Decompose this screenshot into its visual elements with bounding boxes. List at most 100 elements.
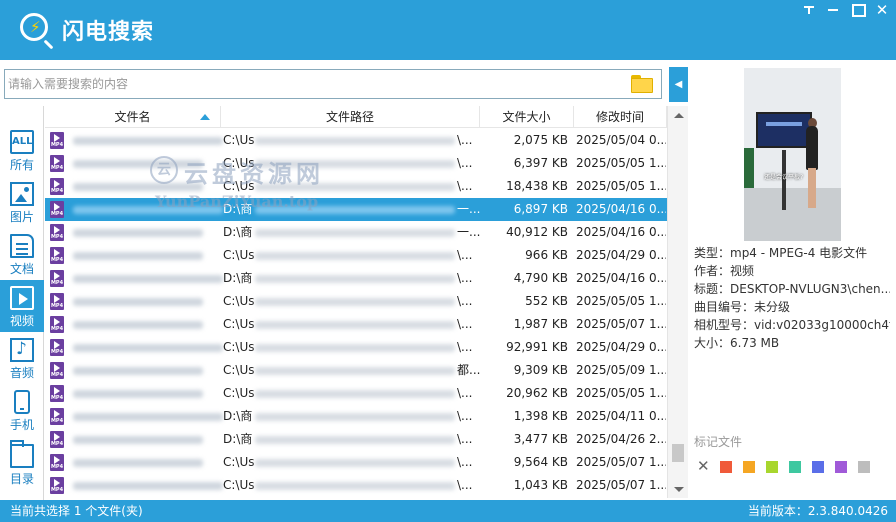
file-size: 92,991 KB: [506, 340, 568, 354]
folder-icon: [10, 440, 34, 468]
detail-line: 曲目编号：未分级: [694, 300, 791, 314]
search-input[interactable]: [8, 73, 622, 95]
close-button[interactable]: ✕: [873, 2, 891, 18]
file-path-end: \...: [457, 340, 473, 354]
sidebar-item-all[interactable]: ALL 所有: [0, 124, 44, 176]
table-row[interactable]: D:\商一...6,897 KB2025/04/16 0...: [45, 198, 667, 221]
sidebar-item-phone[interactable]: 手机: [0, 384, 44, 436]
sidebar-item-label: 音频: [9, 366, 34, 380]
tag-color-swatch[interactable]: [858, 461, 870, 473]
modified-time: 2025/05/07 1...: [576, 455, 666, 469]
table-row[interactable]: C:\Us\...6,397 KB2025/05/05 1...: [45, 152, 667, 175]
table-row[interactable]: C:\Us \... 552 KB 2025/05/05 1...: [45, 290, 667, 313]
file-size: 3,477 KB: [513, 432, 568, 446]
file-size: 2,075 KB: [513, 133, 568, 147]
sidebar-item-label: 文档: [9, 262, 34, 276]
file-path-end: \...: [457, 294, 473, 308]
file-name-redacted: [73, 275, 223, 283]
tag-color-swatch[interactable]: [812, 461, 824, 473]
table-row[interactable]: C:\Us \... 2,075 KB 2025/05/04 0...: [45, 129, 667, 152]
tag-color-swatch[interactable]: [720, 461, 732, 473]
modified-time: 2025/04/26 2...: [576, 432, 666, 446]
file-name-redacted: [73, 367, 203, 375]
minimize-button[interactable]: [824, 2, 842, 18]
file-name-redacted: [73, 413, 223, 421]
mp4-file-icon: [50, 385, 64, 402]
clear-tag-icon[interactable]: ✕: [697, 457, 710, 475]
collapse-panel-button[interactable]: ◀: [669, 67, 688, 102]
mp4-file-icon: [50, 201, 64, 218]
column-header-name[interactable]: 文件名: [45, 106, 221, 128]
app-title: 闪电搜索: [62, 20, 155, 45]
table-row[interactable]: C:\Us \... 9,564 KB 2025/05/07 1...: [45, 451, 667, 474]
file-size: 20,962 KB: [506, 386, 568, 400]
scroll-up-icon[interactable]: [674, 113, 684, 118]
sidebar-item-video[interactable]: 视频: [0, 280, 44, 332]
file-size: 9,309 KB: [513, 363, 568, 377]
table-row[interactable]: D:\商 \... 3,477 KB 2025/04/26 2...: [45, 428, 667, 451]
modified-time: 2025/05/05 1...: [576, 386, 666, 400]
sidebar-item-folder[interactable]: 目录: [0, 438, 44, 490]
browse-folder-icon[interactable]: [631, 75, 653, 93]
file-name-redacted: [73, 298, 203, 306]
column-header-size[interactable]: 文件大小: [480, 106, 574, 128]
scroll-thumb[interactable]: [672, 444, 684, 462]
modified-time: 2025/04/16 0...: [576, 202, 666, 216]
download-icon[interactable]: [800, 2, 818, 18]
app-logo-icon: ⚡: [20, 13, 48, 41]
sidebar-item-label: 视频: [9, 314, 34, 328]
table-row[interactable]: D:\商 \... 1,398 KB 2025/04/11 0...: [45, 405, 667, 428]
column-header-modified[interactable]: 修改时间: [574, 106, 667, 128]
sort-ascending-icon: [200, 114, 210, 120]
table-row[interactable]: C:\Us \... 20,962 KB 2025/05/05 1...: [45, 382, 667, 405]
column-header-path[interactable]: 文件路径: [221, 106, 480, 128]
scroll-down-icon[interactable]: [674, 487, 684, 492]
sidebar-item-image[interactable]: 图片: [0, 176, 44, 228]
sidebar-item-label: 图片: [9, 210, 34, 224]
detail-line: 类型：mp4 - MPEG-4 电影文件: [694, 246, 868, 260]
file-name-redacted: [73, 344, 223, 352]
detail-line: 作者：视频: [694, 264, 755, 278]
table-row[interactable]: C:\Us 都... 9,309 KB 2025/05/09 1...: [45, 359, 667, 382]
file-path-redacted: [255, 367, 455, 375]
file-size: 552 KB: [525, 294, 568, 308]
file-size: 4,790 KB: [513, 271, 568, 285]
table-row[interactable]: D:\商 一... 40,912 KB 2025/04/16 0...: [45, 221, 667, 244]
table-row[interactable]: C:\Us \... 966 KB 2025/04/29 0...: [45, 244, 667, 267]
file-path-redacted: [255, 321, 455, 329]
modified-time: 2025/05/04 0...: [576, 133, 666, 147]
maximize-button[interactable]: [849, 2, 867, 18]
sidebar-item-document[interactable]: 文档: [0, 228, 44, 280]
file-path-end: \...: [457, 317, 473, 331]
table-row[interactable]: D:\商 \... 4,790 KB 2025/04/16 0...: [45, 267, 667, 290]
file-size: 966 KB: [525, 248, 568, 262]
tag-color-swatch[interactable]: [789, 461, 801, 473]
vertical-scrollbar[interactable]: [667, 106, 688, 498]
file-path-redacted: [255, 137, 455, 145]
tag-color-swatch[interactable]: [743, 461, 755, 473]
table-row[interactable]: C:\Us\...18,438 KB2025/05/05 1...: [45, 175, 667, 198]
table-row[interactable]: C:\Us \... 92,991 KB 2025/04/29 0...: [45, 336, 667, 359]
file-path-redacted: [255, 252, 455, 260]
category-sidebar: ALL 所有 图片 文档 视频 音频 手机 目录: [0, 106, 44, 500]
mp4-file-icon: [50, 270, 64, 287]
file-path: D:\商: [223, 409, 253, 423]
table-row[interactable]: C:\Us \... 1,987 KB 2025/05/07 1...: [45, 313, 667, 336]
file-path-end: \...: [457, 271, 473, 285]
tag-color-swatch[interactable]: [835, 461, 847, 473]
mp4-file-icon: [50, 431, 64, 448]
file-path-redacted: [255, 413, 455, 421]
file-path: C:\Us: [223, 363, 255, 377]
table-row[interactable]: C:\Us \... 1,043 KB 2025/05/07 1...: [45, 474, 667, 497]
file-name-redacted: [73, 137, 223, 145]
status-bar: 当前共选择 1 个文件(夹) 当前版本：2.3.840.0426: [0, 500, 896, 522]
file-path-redacted: [255, 229, 455, 237]
file-name-redacted: [73, 436, 203, 444]
sidebar-item-audio[interactable]: 音频: [0, 332, 44, 384]
file-path: C:\Us: [223, 248, 255, 262]
modified-time: 2025/05/07 1...: [576, 317, 666, 331]
detail-line: 标题：DESKTOP-NVLUGN3\chen...: [694, 282, 890, 296]
file-path-redacted: [255, 344, 455, 352]
file-path: C:\Us: [223, 478, 255, 492]
tag-color-swatch[interactable]: [766, 461, 778, 473]
